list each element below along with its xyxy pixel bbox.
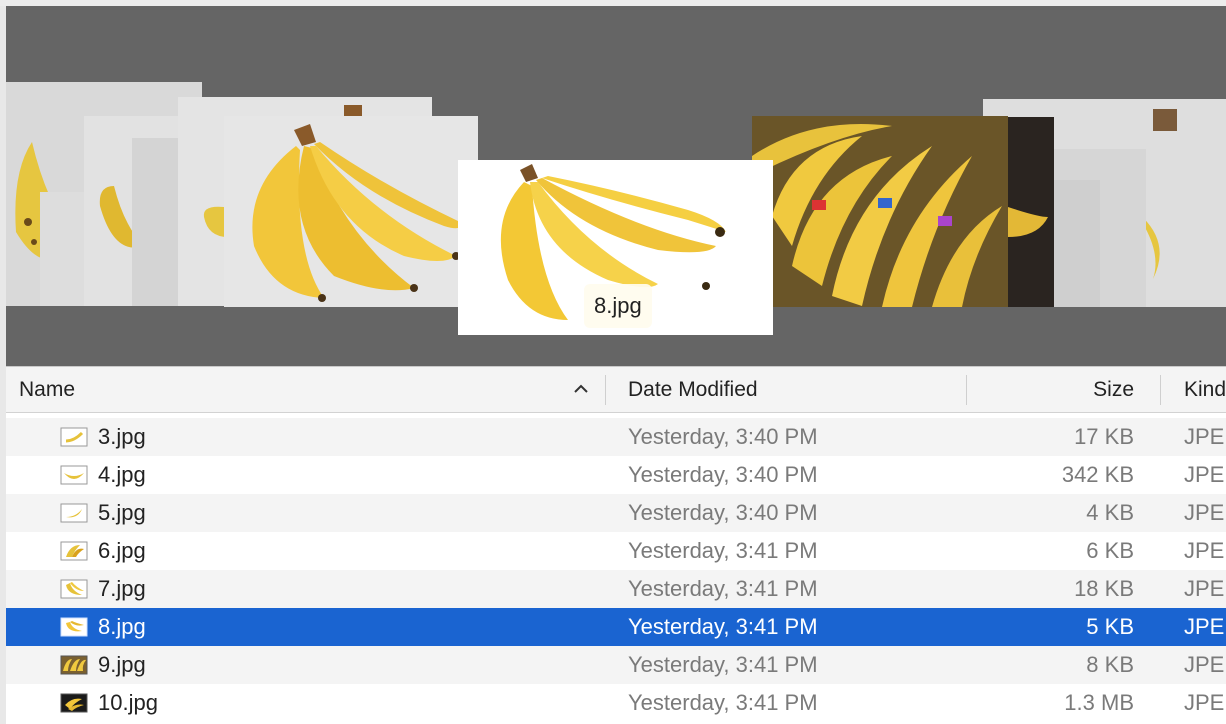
cover-flow-item[interactable] [1052, 180, 1100, 307]
cover-flow-view[interactable]: 8.jpg [6, 6, 1226, 366]
file-date: Yesterday, 3:40 PM [628, 462, 818, 487]
file-thumbnail-icon [60, 427, 88, 447]
table-row[interactable]: 7.jpg Yesterday, 3:41 PM 18 KB JPE [6, 570, 1226, 608]
file-date: Yesterday, 3:40 PM [628, 500, 818, 525]
file-size: 1.3 MB [1064, 690, 1134, 715]
file-kind: JPE [1184, 424, 1225, 449]
file-kind: JPE [1184, 462, 1225, 487]
file-size: 342 KB [1061, 462, 1134, 487]
column-header-kind[interactable]: Kind [1184, 367, 1226, 412]
file-name: 9.jpg [98, 652, 146, 677]
file-date: Yesterday, 3:41 PM [628, 614, 818, 639]
file-thumbnail-icon [60, 503, 88, 523]
file-list[interactable]: 3.jpg Yesterday, 3:40 PM 17 KB JPE 4.jpg… [6, 411, 1226, 724]
file-name: 5.jpg [98, 500, 146, 525]
file-size: 18 KB [1074, 576, 1134, 601]
cover-flow-caption: 8.jpg [584, 284, 652, 328]
table-row-selected[interactable]: 8.jpg Yesterday, 3:41 PM 5 KB JPE [6, 608, 1226, 646]
file-kind: JPE [1184, 500, 1225, 525]
file-date: Yesterday, 3:41 PM [628, 538, 818, 563]
cover-flow-item[interactable] [752, 116, 1008, 307]
table-row[interactable]: 6.jpg Yesterday, 3:41 PM 6 KB JPE [6, 532, 1226, 570]
column-header-size[interactable]: Size [1093, 367, 1134, 412]
file-kind: JPE [1184, 614, 1225, 639]
file-size: 5 KB [1086, 614, 1134, 639]
file-kind: JPE [1184, 652, 1225, 677]
file-thumbnail-icon [60, 541, 88, 561]
file-name: 3.jpg [98, 424, 146, 449]
file-thumbnail-icon [60, 465, 88, 485]
table-row[interactable]: 9.jpg Yesterday, 3:41 PM 8 KB JPE [6, 646, 1226, 684]
file-size: 8 KB [1086, 652, 1134, 677]
chevron-up-icon[interactable] [572, 381, 590, 397]
column-divider[interactable] [966, 375, 967, 405]
file-kind: JPE [1184, 538, 1225, 563]
table-row[interactable]: 10.jpg Yesterday, 3:41 PM 1.3 MB JPE [6, 684, 1226, 722]
file-name: 6.jpg [98, 538, 146, 563]
file-date: Yesterday, 3:41 PM [628, 690, 818, 715]
file-name: 4.jpg [98, 462, 146, 487]
file-thumbnail-icon [60, 693, 88, 713]
file-date: Yesterday, 3:41 PM [628, 652, 818, 677]
table-row[interactable]: 4.jpg Yesterday, 3:40 PM 342 KB JPE [6, 456, 1226, 494]
file-name: 10.jpg [98, 690, 158, 715]
file-size: 17 KB [1074, 424, 1134, 449]
column-header-name[interactable]: Name [19, 367, 75, 412]
column-divider[interactable] [1160, 375, 1161, 405]
file-date: Yesterday, 3:40 PM [628, 424, 818, 449]
file-kind: JPE [1184, 576, 1225, 601]
file-thumbnail-icon [60, 579, 88, 599]
list-header: Name Date Modified Size Kind [6, 366, 1226, 413]
table-row[interactable]: 3.jpg Yesterday, 3:40 PM 17 KB JPE [6, 418, 1226, 456]
file-size: 4 KB [1086, 500, 1134, 525]
column-divider[interactable] [605, 375, 606, 405]
cover-flow-item[interactable] [132, 138, 182, 306]
cover-flow-item[interactable] [224, 116, 478, 307]
file-thumbnail-icon [60, 655, 88, 675]
file-name: 7.jpg [98, 576, 146, 601]
cover-flow-item[interactable] [40, 192, 88, 306]
column-header-date-modified[interactable]: Date Modified [628, 367, 758, 412]
file-kind: JPE [1184, 690, 1225, 715]
file-thumbnail-icon [60, 617, 88, 637]
file-date: Yesterday, 3:41 PM [628, 576, 818, 601]
table-row[interactable]: 5.jpg Yesterday, 3:40 PM 4 KB JPE [6, 494, 1226, 532]
file-name: 8.jpg [98, 614, 146, 639]
cover-flow-item[interactable] [1008, 117, 1054, 307]
file-size: 6 KB [1086, 538, 1134, 563]
